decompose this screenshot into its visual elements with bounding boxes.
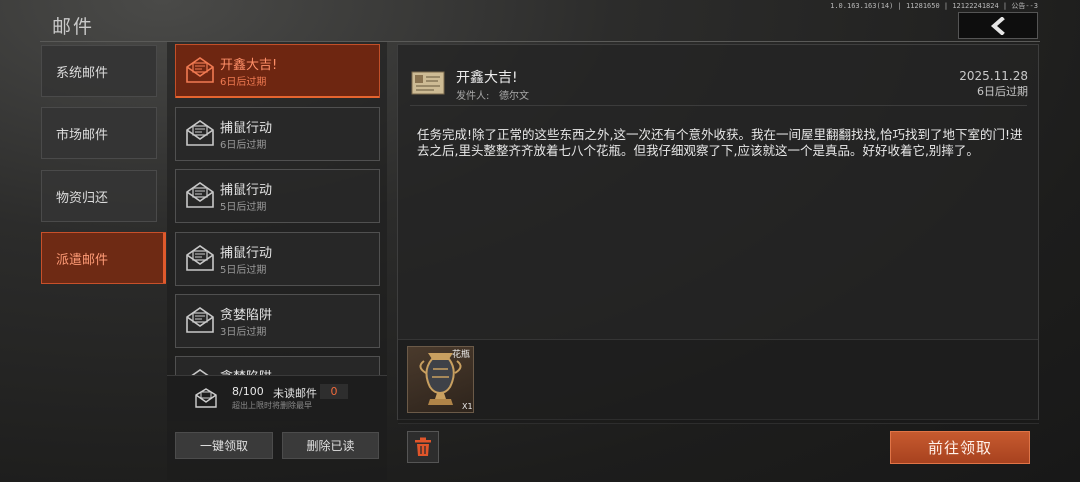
- mail-expire: 6日后过期: [220, 77, 267, 88]
- attachment-name: 花瓶: [452, 350, 471, 360]
- claim-all-button[interactable]: 一键领取: [175, 432, 273, 459]
- sender-label: 发件人:: [456, 91, 490, 102]
- mail-title: 捕鼠行动: [220, 183, 273, 198]
- delete-read-button[interactable]: 删除已读: [282, 432, 379, 459]
- envelope-icon: [186, 245, 214, 271]
- category-system-mail[interactable]: 系统邮件: [41, 45, 157, 97]
- envelope-icon: [195, 388, 217, 408]
- mail-title: 开鑫大吉!: [220, 58, 278, 73]
- envelope-icon: [186, 307, 214, 333]
- back-button[interactable]: [958, 12, 1038, 39]
- envelope-icon: [186, 182, 214, 208]
- chevron-left-icon: [990, 16, 1005, 35]
- delete-mail-button[interactable]: [407, 431, 439, 463]
- mail-detail-title: 开鑫大吉!: [456, 70, 518, 86]
- category-label: 派遣邮件: [56, 252, 109, 268]
- mail-limit-hint: 超出上限时将删除最早: [232, 401, 312, 410]
- unread-count-badge: 0: [320, 384, 348, 399]
- button-label: 一键领取: [199, 439, 248, 453]
- mail-expire: 5日后过期: [220, 202, 267, 213]
- mail-list-item[interactable]: 贪婪陷阱 3日后过期: [175, 294, 380, 348]
- mail-date: 2025.11.28: [959, 69, 1028, 83]
- mail-body: 任务完成!除了正常的这些东西之外,这一次还有个意外收获。我在一间屋里翻翻找找,恰…: [417, 127, 1023, 158]
- sender-name: 德尔文: [499, 91, 529, 102]
- mail-detail-expire: 6日后过期: [977, 85, 1028, 98]
- envelope-icon: [186, 120, 214, 146]
- category-market-mail[interactable]: 市场邮件: [41, 107, 157, 159]
- trash-icon: [415, 437, 431, 456]
- mail-list-item[interactable]: 捕鼠行动 6日后过期: [175, 107, 380, 161]
- mail-title: 贪婪陷阱: [220, 308, 273, 323]
- mail-list-item[interactable]: 捕鼠行动 5日后过期: [175, 232, 380, 286]
- category-label: 系统邮件: [56, 65, 109, 81]
- button-label: 前往领取: [927, 439, 992, 457]
- mail-expire: 5日后过期: [220, 265, 267, 276]
- attachment-area: [398, 339, 1038, 423]
- category-label: 物资归还: [56, 190, 109, 206]
- mail-list-item[interactable]: 开鑫大吉! 6日后过期: [175, 44, 380, 98]
- mail-title: 捕鼠行动: [220, 121, 273, 136]
- page-title: 邮件: [52, 16, 95, 38]
- mail-expire: 6日后过期: [220, 140, 267, 151]
- footer-divider: [398, 423, 1039, 424]
- unread-label: 未读邮件: [273, 387, 317, 400]
- mail-count: 8/100: [232, 385, 264, 398]
- button-label: 删除已读: [306, 439, 355, 453]
- version-text: 1.0.163.163(14) | 11281650 | 12122241824…: [830, 2, 1038, 10]
- mail-title: 捕鼠行动: [220, 246, 273, 261]
- mail-list-item[interactable]: 捕鼠行动 5日后过期: [175, 169, 380, 223]
- envelope-icon: [186, 57, 214, 83]
- category-label: 市场邮件: [56, 127, 109, 143]
- category-dispatch-mail[interactable]: 派遣邮件: [41, 232, 166, 284]
- detail-divider: [410, 105, 1027, 106]
- letter-icon: [411, 71, 445, 95]
- attachment-quantity: X1: [462, 402, 473, 411]
- category-supply-return[interactable]: 物资归还: [41, 170, 157, 222]
- mail-expire: 3日后过期: [220, 327, 267, 338]
- go-claim-button[interactable]: 前往领取: [890, 431, 1030, 464]
